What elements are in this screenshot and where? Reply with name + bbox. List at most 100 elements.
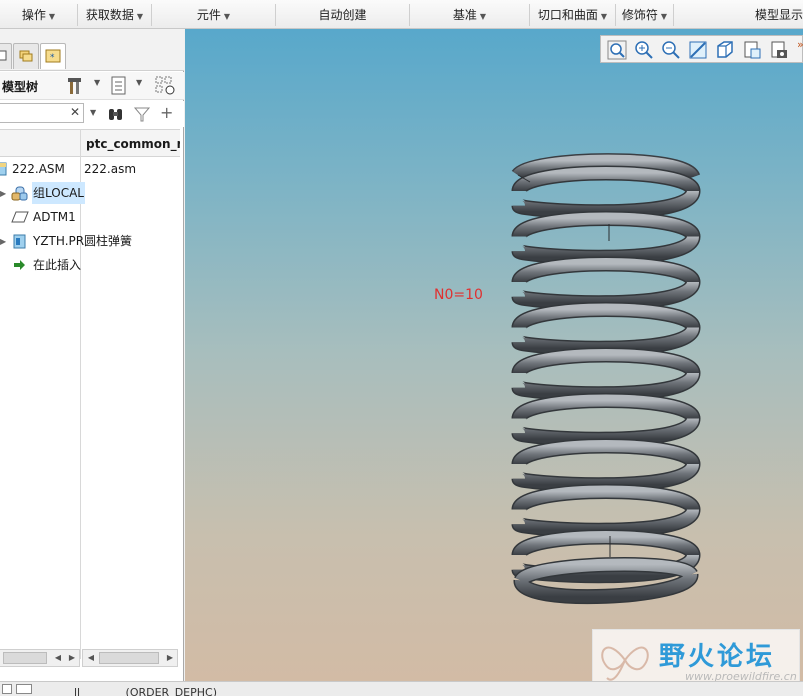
- ribbon-group-datum[interactable]: 基准 ▼: [410, 4, 530, 26]
- watermark-title: 野火论坛: [659, 642, 776, 672]
- ribbon-group-get-data[interactable]: 获取数据 ▼: [78, 4, 152, 26]
- datum-plane-icon: [11, 211, 29, 223]
- cylindrical-spring-model[interactable]: [185, 29, 803, 681]
- navigator-panel: * 模型树 ▼ ▼ ✕ ▼ + ptc_common_n 222.ASM 222…: [0, 29, 184, 681]
- spring-coil-front: [511, 370, 701, 402]
- tree-row[interactable]: ▶ 组LOCAL: [0, 182, 180, 204]
- chevron-down-icon: ▼: [600, 12, 608, 21]
- coil-wire: [513, 394, 699, 422]
- tab-folder-browser[interactable]: [13, 43, 39, 69]
- scrollbar-thumb[interactable]: [99, 652, 159, 664]
- binoculars-icon[interactable]: [107, 105, 125, 123]
- spring-coil-front: [511, 506, 701, 538]
- assembly-icon: [0, 162, 7, 176]
- spring-coil-front: [511, 461, 701, 493]
- settings-tools-icon[interactable]: [66, 75, 88, 97]
- chevron-down-icon: ▼: [48, 12, 56, 21]
- scroll-right-icon[interactable]: ▶: [65, 651, 79, 665]
- tree-row[interactable]: 在此插入: [0, 254, 180, 276]
- tree-row[interactable]: ADTM1: [0, 206, 180, 228]
- coil-wire: [513, 167, 699, 194]
- chevron-down-icon[interactable]: ▼: [90, 108, 96, 117]
- spring-coil-front: [511, 279, 701, 311]
- scroll-left-icon[interactable]: ◀: [51, 651, 65, 665]
- spring-coil-front: [511, 324, 701, 356]
- forum-watermark: 野火论坛 www.proewildfire.cn: [592, 629, 800, 689]
- spring-coil-back: [511, 347, 701, 377]
- model-tree-title: 模型树: [2, 80, 39, 94]
- coil-wire: [513, 303, 699, 331]
- ribbon-group-operations[interactable]: 操作 ▼: [0, 4, 78, 26]
- coil-wire: [513, 531, 699, 558]
- tab-favorites[interactable]: *: [40, 43, 66, 69]
- graphics-viewport[interactable]: » N0=10 野火论坛 www.proewildfire.c: [185, 29, 803, 689]
- spring-coils: [511, 153, 701, 605]
- expand-icon[interactable]: ▶: [0, 183, 6, 205]
- spring-coil-back: [511, 165, 701, 195]
- coil-wire: [513, 325, 699, 355]
- tree-row[interactable]: 222.ASM 222.asm: [0, 158, 180, 180]
- folder-browser-icon: [19, 50, 33, 62]
- ribbon-group-model-display[interactable]: 模型显示: [674, 4, 803, 26]
- spring-coil-front: [511, 233, 701, 265]
- model-tree-search-row: ✕ ▼ +: [0, 101, 184, 127]
- coil-wire: [513, 279, 699, 309]
- model-tree-icon: [0, 50, 7, 61]
- tab-model-tree[interactable]: [0, 43, 12, 69]
- status-message: ll (ORDER_DEPHC): [46, 686, 217, 696]
- coil-wire: [513, 485, 699, 513]
- coil-wire: [513, 258, 699, 285]
- ribbon-group-cut-and-surface[interactable]: 切口和曲面 ▼: [530, 4, 616, 26]
- filter-icon[interactable]: [133, 105, 151, 123]
- spring-coil-back: [511, 256, 701, 286]
- coil-wire: [513, 370, 699, 400]
- coil-wire: [513, 440, 699, 467]
- chevron-down-icon[interactable]: ▼: [94, 78, 100, 87]
- coil-wire: [513, 507, 699, 537]
- expand-icon[interactable]: ▶: [0, 231, 6, 253]
- spring-coil-back: [511, 393, 701, 422]
- status-indicator-icon: [2, 684, 12, 694]
- add-icon[interactable]: +: [160, 103, 173, 122]
- tree-column-header: ptc_common_n: [0, 129, 180, 157]
- model-tree-search-input[interactable]: ✕: [0, 103, 84, 123]
- part-icon: [13, 234, 26, 249]
- coil-wire: [513, 349, 699, 376]
- spring-coil-back: [511, 438, 701, 468]
- column-header-ptc-common-name[interactable]: ptc_common_n: [86, 137, 180, 151]
- butterfly-logo-icon: [601, 646, 649, 681]
- ribbon-group-auto-create[interactable]: 自动创建: [276, 4, 410, 26]
- status-bar: ll (ORDER_DEPHC): [0, 681, 803, 696]
- ribbon-group-modifiers[interactable]: 修饰符 ▼: [616, 4, 674, 26]
- chevron-down-icon: ▼: [136, 12, 144, 21]
- message-box-icon[interactable]: [16, 684, 32, 694]
- spring-coil-back: [511, 302, 701, 331]
- spring-coil-back: [511, 484, 701, 513]
- scroll-left-icon[interactable]: ◀: [84, 651, 98, 665]
- chevron-down-icon: ▼: [479, 12, 487, 21]
- spring-coil-back: [511, 211, 701, 240]
- spring-coil-front: [511, 415, 701, 447]
- scrollbar-thumb[interactable]: [3, 652, 47, 664]
- chevron-down-icon[interactable]: ▼: [136, 78, 142, 87]
- chevron-down-icon: ▼: [660, 12, 668, 21]
- coil-wire: [513, 416, 699, 446]
- coil-wire: [513, 188, 699, 218]
- tree-horizontal-scrollbar[interactable]: ◀ ▶: [0, 649, 80, 667]
- coil-wire: [513, 212, 699, 240]
- svg-text:*: *: [50, 53, 55, 63]
- show-list-icon[interactable]: [108, 75, 130, 97]
- ribbon-group-bar: 操作 ▼ 获取数据 ▼ 元件 ▼ 自动创建 基准 ▼ 切口和曲面 ▼ 修饰符 ▼ 模型显示: [0, 0, 803, 29]
- tree-row[interactable]: ▶ YZTH.PR 圆柱弹簧: [0, 230, 180, 252]
- spring-coil-back: [511, 529, 701, 559]
- clear-icon[interactable]: ✕: [70, 105, 80, 119]
- navigator-tabstrip: *: [0, 29, 184, 71]
- spring-coil-front: [511, 188, 701, 220]
- column-horizontal-scrollbar[interactable]: ◀ ▶: [82, 649, 178, 667]
- filter-display-icon[interactable]: [154, 75, 178, 97]
- ribbon-group-component[interactable]: 元件 ▼: [152, 4, 276, 26]
- scroll-right-icon[interactable]: ▶: [163, 651, 177, 665]
- coil-wire: [513, 461, 699, 491]
- group-icon: [11, 186, 28, 201]
- favorites-icon: *: [45, 49, 61, 63]
